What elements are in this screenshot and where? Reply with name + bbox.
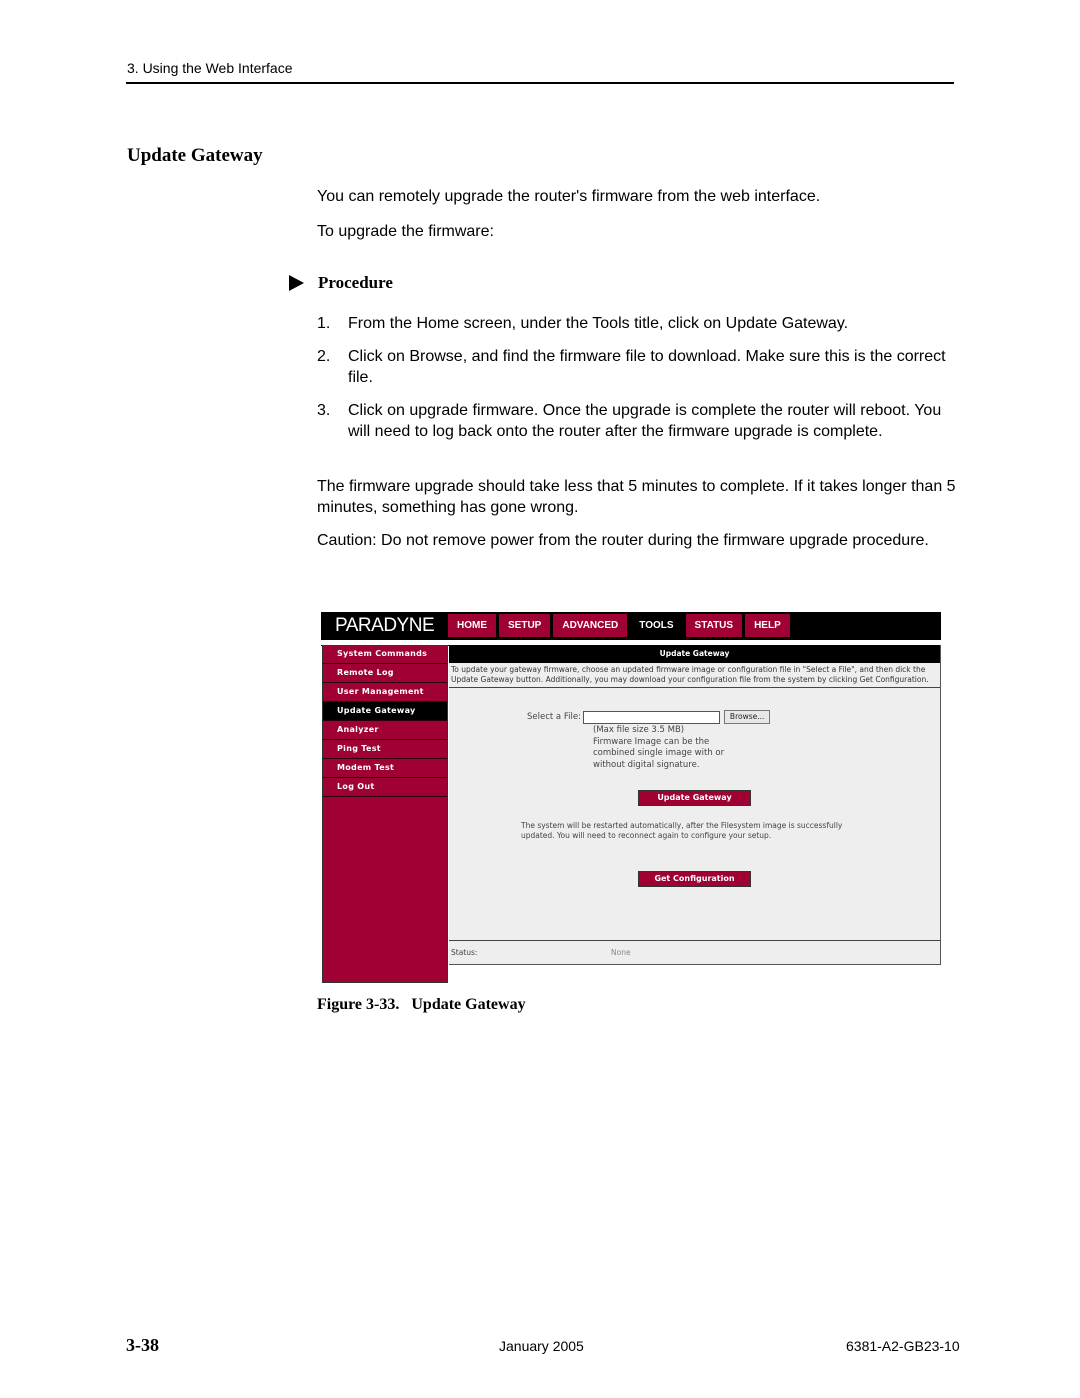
- nav-tab-setup[interactable]: SETUP: [499, 614, 551, 637]
- section-title: Update Gateway: [127, 145, 263, 166]
- update-gateway-screenshot: PARADYNE HOME SETUP ADVANCED TOOLS STATU…: [321, 612, 941, 984]
- file-note: Firmware Image can be the: [593, 736, 710, 747]
- header-rule: [126, 82, 954, 84]
- restart-note: The system will be restarted automatical…: [521, 821, 843, 840]
- sidebar-item-system-commands[interactable]: System Commands: [323, 645, 447, 664]
- sidebar-item-log-out[interactable]: Log Out: [323, 778, 447, 797]
- sidebar-item-ping-test[interactable]: Ping Test: [323, 740, 447, 759]
- triangle-right-icon: [289, 275, 304, 291]
- procedure-steps: 1. From the Home screen, under the Tools…: [317, 313, 957, 454]
- file-note: combined single image with or: [593, 748, 725, 758]
- file-note: without digital signature.: [593, 759, 700, 770]
- nav-tab-help[interactable]: HELP: [745, 614, 790, 637]
- status-label: Status:: [451, 948, 478, 957]
- status-bar: Status: None: [449, 940, 941, 965]
- procedure-step: 1. From the Home screen, under the Tools…: [317, 313, 957, 334]
- sidebar-item-remote-log[interactable]: Remote Log: [323, 664, 447, 683]
- content-description: To update your gateway firmware, choose …: [449, 663, 940, 689]
- file-note: (Max file size 3.5 MB): [593, 725, 685, 735]
- content-panel: Update Gateway To update your gateway fi…: [449, 645, 941, 963]
- top-bar: PARADYNE HOME SETUP ADVANCED TOOLS STATU…: [321, 612, 941, 640]
- sidebar-item-update-gateway[interactable]: Update Gateway: [323, 702, 447, 721]
- file-notes: (Max file size 3.5 MB) Firmware Image ca…: [593, 725, 724, 771]
- step-text: From the Home screen, under the Tools ti…: [348, 315, 849, 332]
- intro-lead: To upgrade the firmware:: [317, 223, 494, 240]
- procedure-step: 2. Click on Browse, and find the firmwar…: [317, 346, 957, 388]
- sidebar-item-user-management[interactable]: User Management: [323, 683, 447, 702]
- file-label: Select a File:: [527, 712, 581, 722]
- timing-note: The firmware upgrade should take less th…: [317, 478, 956, 516]
- figure-caption: Figure 3-33. Update Gateway: [317, 996, 526, 1013]
- procedure-title: Procedure: [318, 273, 393, 292]
- sidebar-item-analyzer[interactable]: Analyzer: [323, 721, 447, 740]
- page-number: 3-38: [126, 1335, 159, 1355]
- file-select-row: Select a File: Browse...: [527, 710, 771, 724]
- step-text: Click on Browse, and find the firmware f…: [348, 348, 946, 386]
- content-title: Update Gateway: [449, 645, 940, 663]
- procedure-heading: Procedure: [289, 273, 393, 293]
- step-number: 2.: [317, 348, 331, 365]
- publication-date: January 2005: [499, 1338, 584, 1354]
- file-input[interactable]: [582, 710, 720, 724]
- nav-tab-status[interactable]: STATUS: [685, 614, 743, 637]
- main-nav: HOME SETUP ADVANCED TOOLS STATUS HELP: [448, 614, 793, 637]
- nav-tab-advanced[interactable]: ADVANCED: [553, 614, 628, 637]
- step-number: 3.: [317, 402, 331, 419]
- get-configuration-button[interactable]: Get Configuration: [638, 871, 751, 887]
- status-value: None: [611, 948, 631, 957]
- procedure-step: 3. Click on upgrade firmware. Once the u…: [317, 400, 957, 442]
- sidebar-item-modem-test[interactable]: Modem Test: [323, 759, 447, 778]
- intro-paragraph: You can remotely upgrade the router's fi…: [317, 188, 821, 205]
- nav-tab-tools[interactable]: TOOLS: [630, 614, 683, 637]
- running-head: 3. Using the Web Interface: [127, 60, 293, 76]
- document-number: 6381-A2-GB23-10: [846, 1338, 960, 1354]
- tools-sidebar: System Commands Remote Log User Manageme…: [322, 645, 448, 983]
- paradyne-logo: PARADYNE: [335, 615, 435, 636]
- browse-button[interactable]: Browse...: [723, 710, 771, 724]
- update-gateway-button[interactable]: Update Gateway: [638, 790, 751, 806]
- step-number: 1.: [317, 315, 331, 332]
- nav-tab-home[interactable]: HOME: [448, 614, 496, 637]
- step-text: Click on upgrade firmware. Once the upgr…: [348, 402, 942, 440]
- caution-note: Caution: Do not remove power from the ro…: [317, 532, 929, 549]
